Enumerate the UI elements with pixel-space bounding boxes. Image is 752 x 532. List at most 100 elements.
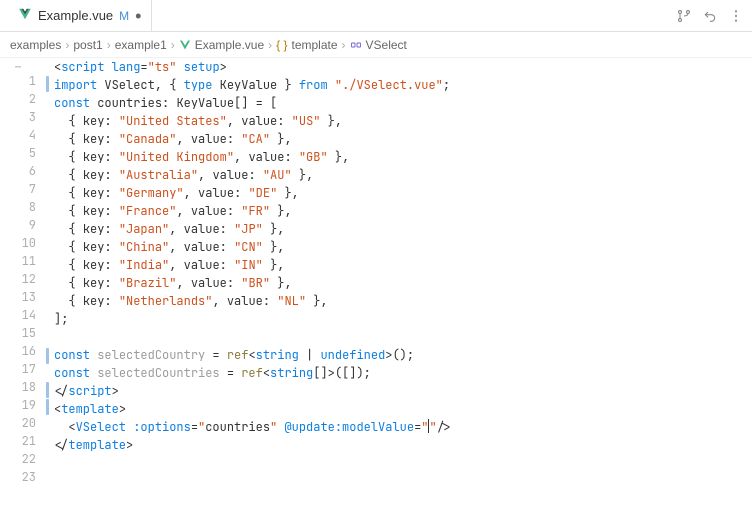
code-line[interactable]: import VSelect, { type KeyValue } from "… (54, 76, 451, 94)
code-token: "Germany" (119, 185, 184, 201)
line-number[interactable]: 13 (0, 288, 36, 306)
braces-icon: { } (276, 38, 287, 52)
line-number[interactable]: 3 (0, 108, 36, 126)
breadcrumb-item[interactable]: Example.vue (179, 38, 264, 52)
code-line[interactable]: const countries: KeyValue[] = [ (54, 94, 451, 112)
code-token: "GB" (299, 149, 328, 165)
fold-ellipsis-icon[interactable]: ⋯ (0, 58, 36, 72)
code-token: template (68, 437, 126, 453)
code-line[interactable]: const selectedCountry = ref<string | und… (54, 346, 451, 364)
code-token: KeyValue (220, 77, 278, 93)
line-number[interactable]: 22 (0, 450, 36, 468)
code-line[interactable]: </script> (54, 382, 451, 400)
rail-mark (46, 110, 49, 126)
breadcrumb-item[interactable]: post1 (73, 38, 102, 52)
line-number[interactable]: 17 (0, 360, 36, 378)
code-line[interactable]: { key: "Japan", value: "JP" }, (54, 220, 451, 238)
code-line[interactable]: { key: "India", value: "IN" }, (54, 256, 451, 274)
code-token: key (83, 257, 105, 273)
breadcrumb-label: Example.vue (195, 38, 264, 52)
tabs: Example.vue M • (8, 0, 152, 31)
rail-mark (46, 365, 49, 381)
revert-icon[interactable] (702, 8, 718, 24)
breadcrumb-item[interactable]: example1 (115, 38, 167, 52)
code-line[interactable]: { key: "Brazil", value: "BR" }, (54, 274, 451, 292)
line-number[interactable]: 7 (0, 180, 36, 198)
code-token: value (184, 221, 220, 237)
line-number[interactable]: 5 (0, 144, 36, 162)
line-number[interactable]: 20 (0, 414, 36, 432)
code-token: , (176, 203, 190, 219)
code-token: = (140, 59, 147, 75)
line-number[interactable]: 15 (0, 324, 36, 342)
code-line[interactable] (54, 328, 451, 346)
rail-mark (46, 263, 49, 279)
code-token: ; (443, 77, 450, 93)
rail-mark (46, 127, 49, 143)
code-token: >(); (385, 347, 414, 363)
line-number[interactable]: 19 (0, 396, 36, 414)
code-token: , (176, 131, 190, 147)
code-token: }, (263, 221, 285, 237)
line-number[interactable]: 16 (0, 342, 36, 360)
rail-mark (46, 416, 49, 432)
code-line[interactable]: <script lang="ts" setup> (54, 58, 451, 76)
code-editor[interactable]: ⋯ 1234567891011121314151617181920212223 … (0, 58, 752, 532)
code-line[interactable]: { key: "France", value: "FR" }, (54, 202, 451, 220)
breadcrumb-item[interactable]: VSelect (350, 38, 407, 52)
code-token: script (61, 59, 104, 75)
git-branch-icon[interactable] (676, 8, 692, 24)
code-area[interactable]: <script lang="ts" setup>import VSelect, … (52, 58, 451, 532)
code-line[interactable]: { key: "China", value: "CN" }, (54, 238, 451, 256)
code-token: "IN" (234, 257, 263, 273)
code-token: /> (437, 419, 451, 435)
tab-example-vue[interactable]: Example.vue M • (8, 0, 152, 31)
code-line[interactable]: ]; (54, 310, 451, 328)
line-number[interactable]: 10 (0, 234, 36, 252)
code-token: "Japan" (119, 221, 169, 237)
code-token: { (54, 239, 83, 255)
code-token: : (234, 185, 248, 201)
code-line[interactable]: { key: "Germany", value: "DE" }, (54, 184, 451, 202)
code-token: VSelect (104, 77, 154, 93)
code-line[interactable]: </template> (54, 436, 451, 454)
code-token: value (248, 149, 284, 165)
code-line[interactable]: <template> (54, 400, 451, 418)
code-line[interactable]: const selectedCountries = ref<string[]>(… (54, 364, 451, 382)
code-line[interactable]: { key: "Netherlands", value: "NL" }, (54, 292, 451, 310)
breadcrumb-item[interactable]: examples (10, 38, 61, 52)
line-number[interactable]: 11 (0, 252, 36, 270)
line-number[interactable]: 1 (0, 72, 36, 90)
code-line[interactable]: { key: "Canada", value: "CA" }, (54, 130, 451, 148)
line-number[interactable]: 2 (0, 90, 36, 108)
code-line[interactable]: { key: "Australia", value: "AU" }, (54, 166, 451, 184)
code-token: script (68, 383, 111, 399)
code-token: : (220, 239, 234, 255)
line-number[interactable]: 9 (0, 216, 36, 234)
rail-mark (46, 195, 49, 211)
code-token: "JP" (234, 221, 263, 237)
component-icon (350, 39, 362, 51)
code-token: "AU" (263, 167, 292, 183)
line-number[interactable]: 18 (0, 378, 36, 396)
line-number[interactable]: 8 (0, 198, 36, 216)
code-token: , { (155, 77, 184, 93)
code-token: "Brazil" (119, 275, 177, 291)
more-menu-icon[interactable] (728, 8, 744, 24)
code-line[interactable] (54, 454, 451, 472)
line-number[interactable]: 12 (0, 270, 36, 288)
line-number[interactable]: 4 (0, 126, 36, 144)
code-token: }, (263, 257, 285, 273)
line-number[interactable]: 23 (0, 468, 36, 486)
breadcrumb-item[interactable]: { }template (276, 38, 337, 52)
code-line[interactable]: { key: "United States", value: "US" }, (54, 112, 451, 130)
code-line[interactable]: { key: "United Kingdom", value: "GB" }, (54, 148, 451, 166)
code-token: { (54, 203, 83, 219)
line-number[interactable]: 21 (0, 432, 36, 450)
code-line[interactable]: <VSelect :options="countries" @update:mo… (54, 418, 451, 436)
code-token: key (83, 131, 105, 147)
line-number[interactable]: 6 (0, 162, 36, 180)
breadcrumb-separator-icon: › (107, 38, 111, 52)
code-token: }, (306, 293, 328, 309)
line-number[interactable]: 14 (0, 306, 36, 324)
